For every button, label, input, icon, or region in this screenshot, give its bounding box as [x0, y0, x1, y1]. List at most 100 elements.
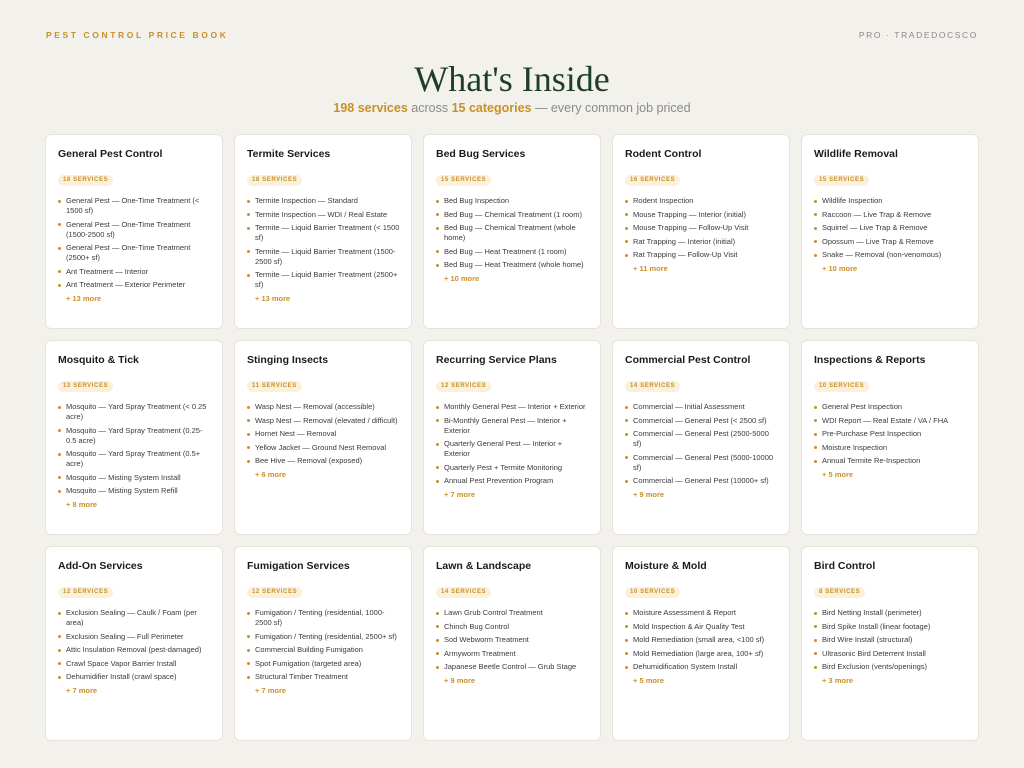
service-list-item: Dehumidification System Install: [625, 662, 778, 672]
category-title: General Pest Control: [58, 148, 163, 160]
service-list-item: Annual Pest Prevention Program: [436, 476, 589, 486]
services-count: 198 services: [333, 101, 408, 115]
service-list-item: Mosquito — Misting System Refill: [58, 486, 211, 496]
service-list-item: Commercial — Initial Assessment: [625, 402, 778, 412]
service-list-item: Mold Inspection & Air Quality Test: [625, 622, 778, 632]
category-title: Bird Control: [814, 560, 876, 572]
more-services-label: + 5 more: [822, 469, 854, 479]
category-title: Termite Services: [247, 148, 331, 160]
more-services-label: + 13 more: [66, 293, 102, 303]
category-card: Wildlife Removal 15 SERVICES Wildlife Insp…: [801, 134, 979, 329]
services-count-badge: 13 SERVICES: [58, 381, 114, 392]
top-bar: PEST CONTROL PRICE BOOK PRO · TRADEDOCSC…: [46, 30, 978, 40]
category-title: Commercial Pest Control: [625, 354, 751, 366]
category-title: Bed Bug Services: [436, 148, 526, 160]
service-list-item: WDI Report — Real Estate / VA / FHA: [814, 416, 967, 426]
service-list: Bed Bug Inspection Bed Bug — Chemical Tre…: [436, 196, 589, 270]
service-list-item: Monthly General Pest — Interior + Exteri…: [436, 402, 589, 412]
service-list-item: Quarterly General Pest — Interior + Exte…: [436, 439, 589, 459]
service-list-item: Armyworm Treatment: [436, 649, 589, 659]
services-count-badge: 12 SERVICES: [436, 381, 492, 392]
service-list: Wasp Nest — Removal (accessible) Wasp Nes…: [247, 402, 400, 466]
category-card: Rodent Control 16 SERVICES Rodent Inspecti…: [612, 134, 790, 329]
service-list-item: Commercial — General Pest (< 2500 sf): [625, 416, 778, 426]
service-list-item: Japanese Beetle Control — Grub Stage: [436, 662, 589, 672]
service-list-item: Commercial — General Pest (2500-5000 sf): [625, 429, 778, 449]
services-count-badge: 8 SERVICES: [814, 587, 866, 598]
service-list-item: Commercial — General Pest (5000-10000 sf…: [625, 453, 778, 473]
services-count-badge: 11 SERVICES: [247, 381, 302, 392]
category-card: Fumigation Services 12 SERVICES Fumigation…: [234, 546, 412, 741]
service-list-item: Mosquito — Yard Spray Treatment (< 0.25 …: [58, 402, 211, 422]
service-list: Moisture Assessment & Report Mold Inspect…: [625, 608, 778, 672]
service-list-item: Fumigation / Tenting (residential, 1000-…: [247, 608, 400, 628]
service-list-item: Pre-Purchase Pest Inspection: [814, 429, 967, 439]
more-services-label: + 9 more: [633, 489, 665, 499]
category-card: Inspections & Reports 10 SERVICES General …: [801, 340, 979, 535]
service-list-item: Hornet Nest — Removal: [247, 429, 400, 439]
service-list-item: Mouse Trapping — Interior (initial): [625, 210, 778, 220]
services-count-badge: 12 SERVICES: [247, 587, 303, 598]
category-title: Recurring Service Plans: [436, 354, 557, 366]
service-list-item: Structural Timber Treatment: [247, 672, 400, 682]
service-list-item: Bed Bug — Heat Treatment (1 room): [436, 247, 589, 257]
category-card: Commercial Pest Control 14 SERVICES Commer…: [612, 340, 790, 535]
service-list: General Pest — One-Time Treatment (< 150…: [58, 196, 211, 290]
service-list-item: Ant Treatment — Exterior Perimeter: [58, 280, 211, 290]
service-list: Bird Netting Install (perimeter) Bird Spi…: [814, 608, 967, 672]
category-card: Termite Services 18 SERVICES Termite Inspe…: [234, 134, 412, 329]
service-list-item: Ultrasonic Bird Deterrent Install: [814, 649, 967, 659]
service-list-item: Termite — Liquid Barrier Treatment (< 15…: [247, 223, 400, 243]
service-list-item: Bed Bug Inspection: [436, 196, 589, 206]
page-subtitle: 198 services across 15 categories — ever…: [0, 101, 1024, 115]
service-list-item: Bird Exclusion (vents/openings): [814, 662, 967, 672]
service-list-item: General Pest — One-Time Treatment (< 150…: [58, 196, 211, 216]
service-list-item: Rat Trapping — Follow-Up Visit: [625, 250, 778, 260]
services-count-badge: 12 SERVICES: [58, 587, 114, 598]
service-list: Rodent Inspection Mouse Trapping — Interi…: [625, 196, 778, 260]
service-list-item: Mold Remediation (large area, 100+ sf): [625, 649, 778, 659]
services-count-badge: 10 SERVICES: [625, 587, 681, 598]
brand-label: PEST CONTROL PRICE BOOK: [46, 30, 229, 40]
service-list-item: Crawl Space Vapor Barrier Install: [58, 659, 211, 669]
service-list-item: Chinch Bug Control: [436, 622, 589, 632]
service-list: Monthly General Pest — Interior + Exteri…: [436, 402, 589, 486]
service-list-item: Mosquito — Yard Spray Treatment (0.5+ ac…: [58, 449, 211, 469]
category-grid: General Pest Control 18 SERVICES General P…: [45, 134, 979, 741]
service-list: Termite Inspection — Standard Termite Ins…: [247, 196, 400, 290]
service-list-item: Spot Fumigation (targeted area): [247, 659, 400, 669]
service-list-item: Bed Bug — Chemical Treatment (whole home…: [436, 223, 589, 243]
category-title: Add-On Services: [58, 560, 143, 572]
service-list-item: Termite Inspection — Standard: [247, 196, 400, 206]
service-list-item: Mosquito — Misting System Install: [58, 473, 211, 483]
service-list-item: General Pest Inspection: [814, 402, 967, 412]
more-services-label: + 10 more: [444, 273, 480, 283]
service-list-item: Bird Netting Install (perimeter): [814, 608, 967, 618]
subtitle-across: across: [407, 101, 452, 115]
more-services-label: + 8 more: [66, 499, 98, 509]
services-count-badge: 15 SERVICES: [814, 175, 870, 186]
service-list-item: Quarterly Pest + Termite Monitoring: [436, 463, 589, 473]
services-count-badge: 14 SERVICES: [436, 587, 492, 598]
service-list-item: Annual Termite Re-Inspection: [814, 456, 967, 466]
page-title: What's Inside: [414, 59, 610, 99]
service-list-item: Ant Treatment — Interior: [58, 267, 211, 277]
services-count-badge: 18 SERVICES: [58, 175, 114, 186]
category-card: Bird Control 8 SERVICES Bird Netting Insta…: [801, 546, 979, 741]
publisher-tag: PRO · TRADEDOCSCO: [858, 30, 978, 40]
more-services-label: + 7 more: [255, 685, 287, 695]
service-list-item: Mold Remediation (small area, <100 sf): [625, 635, 778, 645]
service-list-item: Fumigation / Tenting (residential, 2500+…: [247, 632, 400, 642]
more-services-label: + 6 more: [255, 469, 287, 479]
service-list-item: Bee Hive — Removal (exposed): [247, 456, 400, 466]
services-count-badge: 18 SERVICES: [247, 175, 303, 186]
more-services-label: + 13 more: [255, 293, 291, 303]
service-list-item: Dehumidifier Install (crawl space): [58, 672, 211, 682]
category-title: Fumigation Services: [247, 560, 350, 572]
more-services-label: + 11 more: [633, 263, 668, 273]
service-list-item: Mouse Trapping — Follow-Up Visit: [625, 223, 778, 233]
service-list-item: Raccoon — Live Trap & Remove: [814, 210, 967, 220]
service-list-item: Lawn Grub Control Treatment: [436, 608, 589, 618]
service-list-item: Bird Spike Install (linear footage): [814, 622, 967, 632]
subtitle-tail: — every common job priced: [531, 101, 691, 115]
